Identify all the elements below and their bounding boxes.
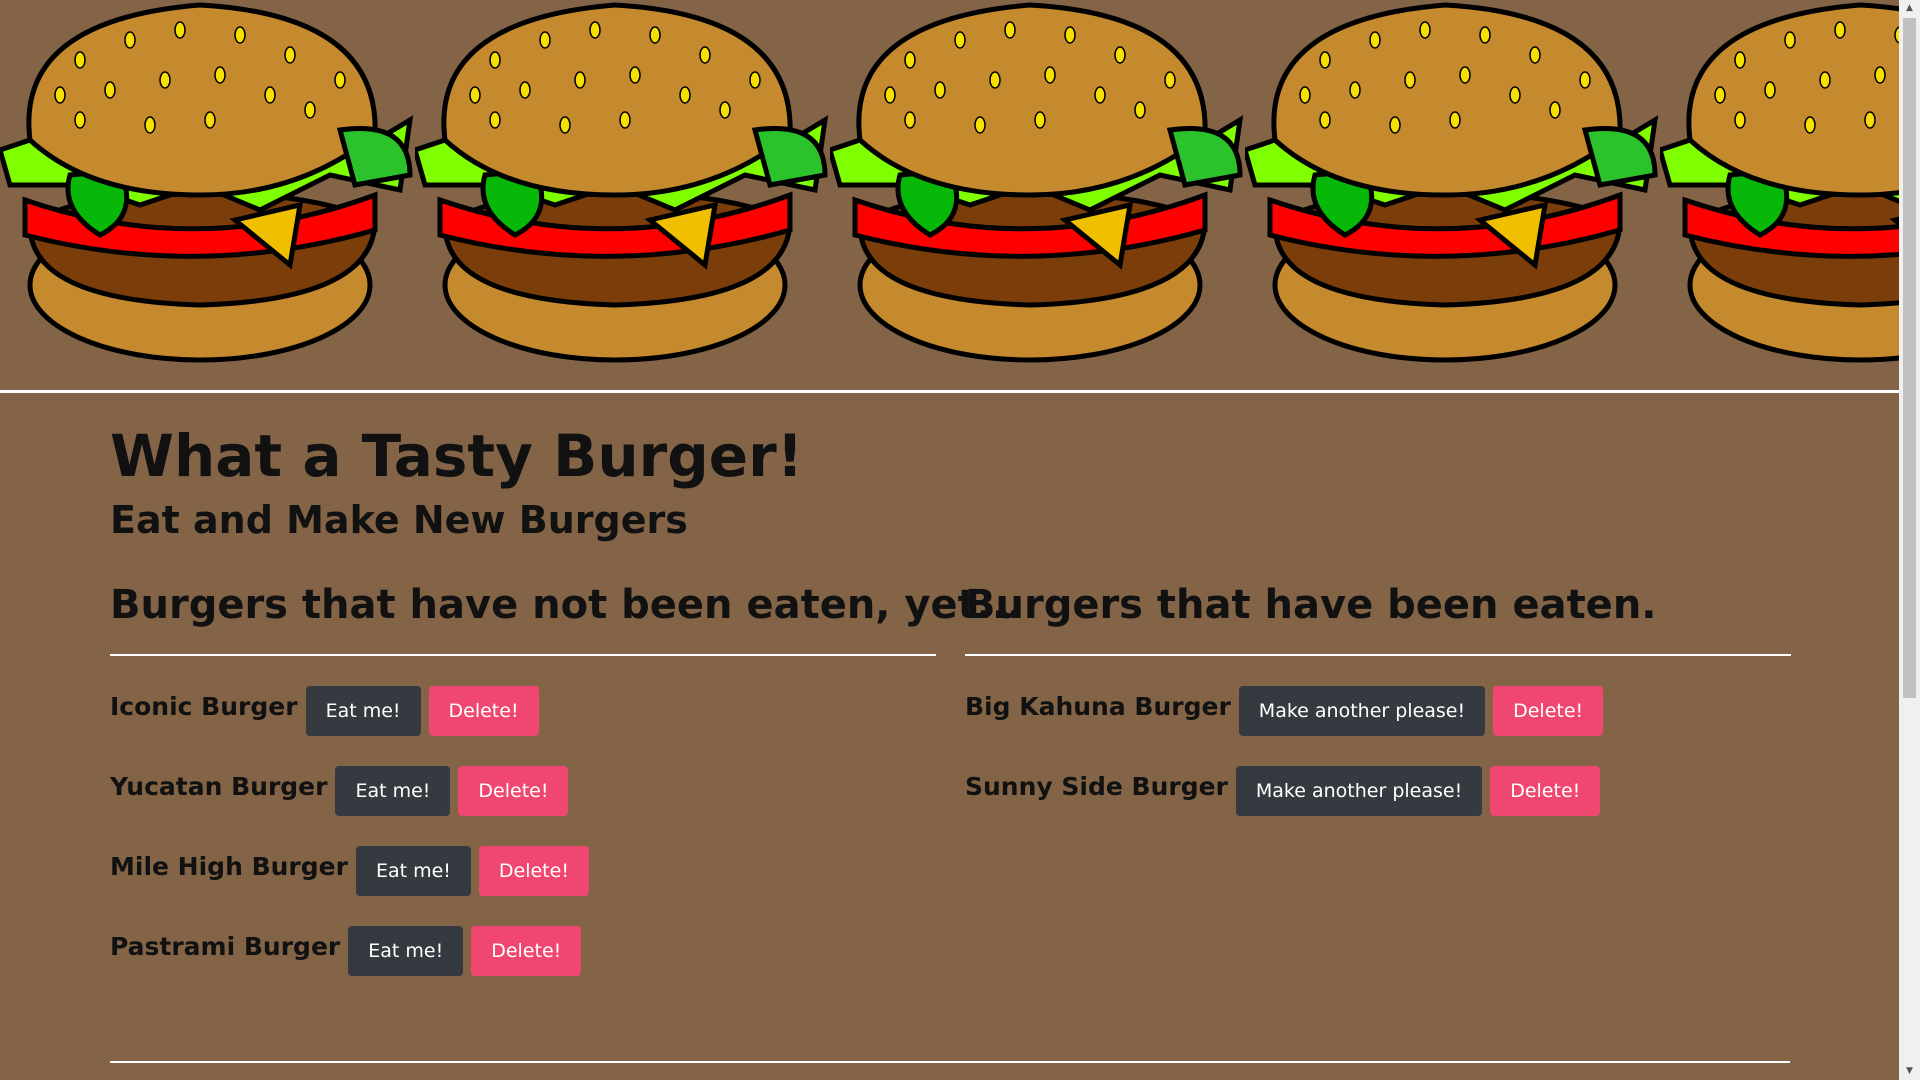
eat-button[interactable]: Eat me! [305, 686, 421, 736]
delete-button[interactable]: Delete! [1493, 686, 1604, 736]
burger-illustration-icon [1245, 2, 1659, 363]
page-title: What a Tasty Burger! [110, 422, 804, 490]
eat-button[interactable]: Eat me! [348, 926, 464, 976]
burger-illustration-icon [830, 2, 1244, 363]
list-item: Sunny Side Burger Make another please! D… [965, 766, 1791, 816]
eaten-burgers-column: Burgers that have been eaten. Big Kahuna… [965, 582, 1791, 846]
scroll-up-icon[interactable]: ▲ [1899, 0, 1920, 17]
delete-button[interactable]: Delete! [428, 686, 539, 736]
make-another-button[interactable]: Make another please! [1238, 686, 1486, 736]
make-another-button[interactable]: Make another please! [1235, 766, 1483, 816]
eat-button[interactable]: Eat me! [335, 766, 451, 816]
burger-name: Iconic Burger [110, 691, 298, 721]
burger-illustration-icon [1660, 2, 1899, 363]
list-item: Big Kahuna Burger Make another please! D… [965, 686, 1791, 736]
burger-name: Sunny Side Burger [965, 771, 1228, 801]
burger-name: Yucatan Burger [110, 771, 328, 801]
burger-illustration-icon [415, 2, 829, 363]
delete-button[interactable]: Delete! [471, 926, 582, 976]
vertical-scrollbar[interactable]: ▲ ▼ [1899, 0, 1920, 1080]
delete-button[interactable]: Delete! [478, 846, 589, 896]
burger-name: Mile High Burger [110, 851, 348, 881]
scroll-down-icon[interactable]: ▼ [1899, 1063, 1920, 1080]
divider [965, 654, 1791, 656]
eat-button[interactable]: Eat me! [355, 846, 471, 896]
eaten-heading: Burgers that have been eaten. [965, 582, 1657, 628]
burger-banner [0, 0, 1899, 393]
burger-illustration-icon [0, 2, 414, 363]
burger-name: Pastrami Burger [110, 931, 341, 961]
delete-button[interactable]: Delete! [1490, 766, 1601, 816]
list-item: Mile High Burger Eat me! Delete! [110, 846, 936, 896]
burger-name: Big Kahuna Burger [965, 691, 1231, 721]
list-item: Iconic Burger Eat me! Delete! [110, 686, 936, 736]
scrollbar-thumb[interactable] [1903, 18, 1916, 698]
list-item: Pastrami Burger Eat me! Delete! [110, 926, 936, 976]
page-subtitle: Eat and Make New Burgers [110, 498, 688, 542]
list-item: Yucatan Burger Eat me! Delete! [110, 766, 936, 816]
uneaten-heading: Burgers that have not been eaten, yet... [110, 582, 1023, 628]
uneaten-burgers-column: Burgers that have not been eaten, yet...… [110, 582, 1023, 1006]
bottom-divider [110, 1061, 1790, 1063]
delete-button[interactable]: Delete! [458, 766, 569, 816]
divider [110, 654, 936, 656]
